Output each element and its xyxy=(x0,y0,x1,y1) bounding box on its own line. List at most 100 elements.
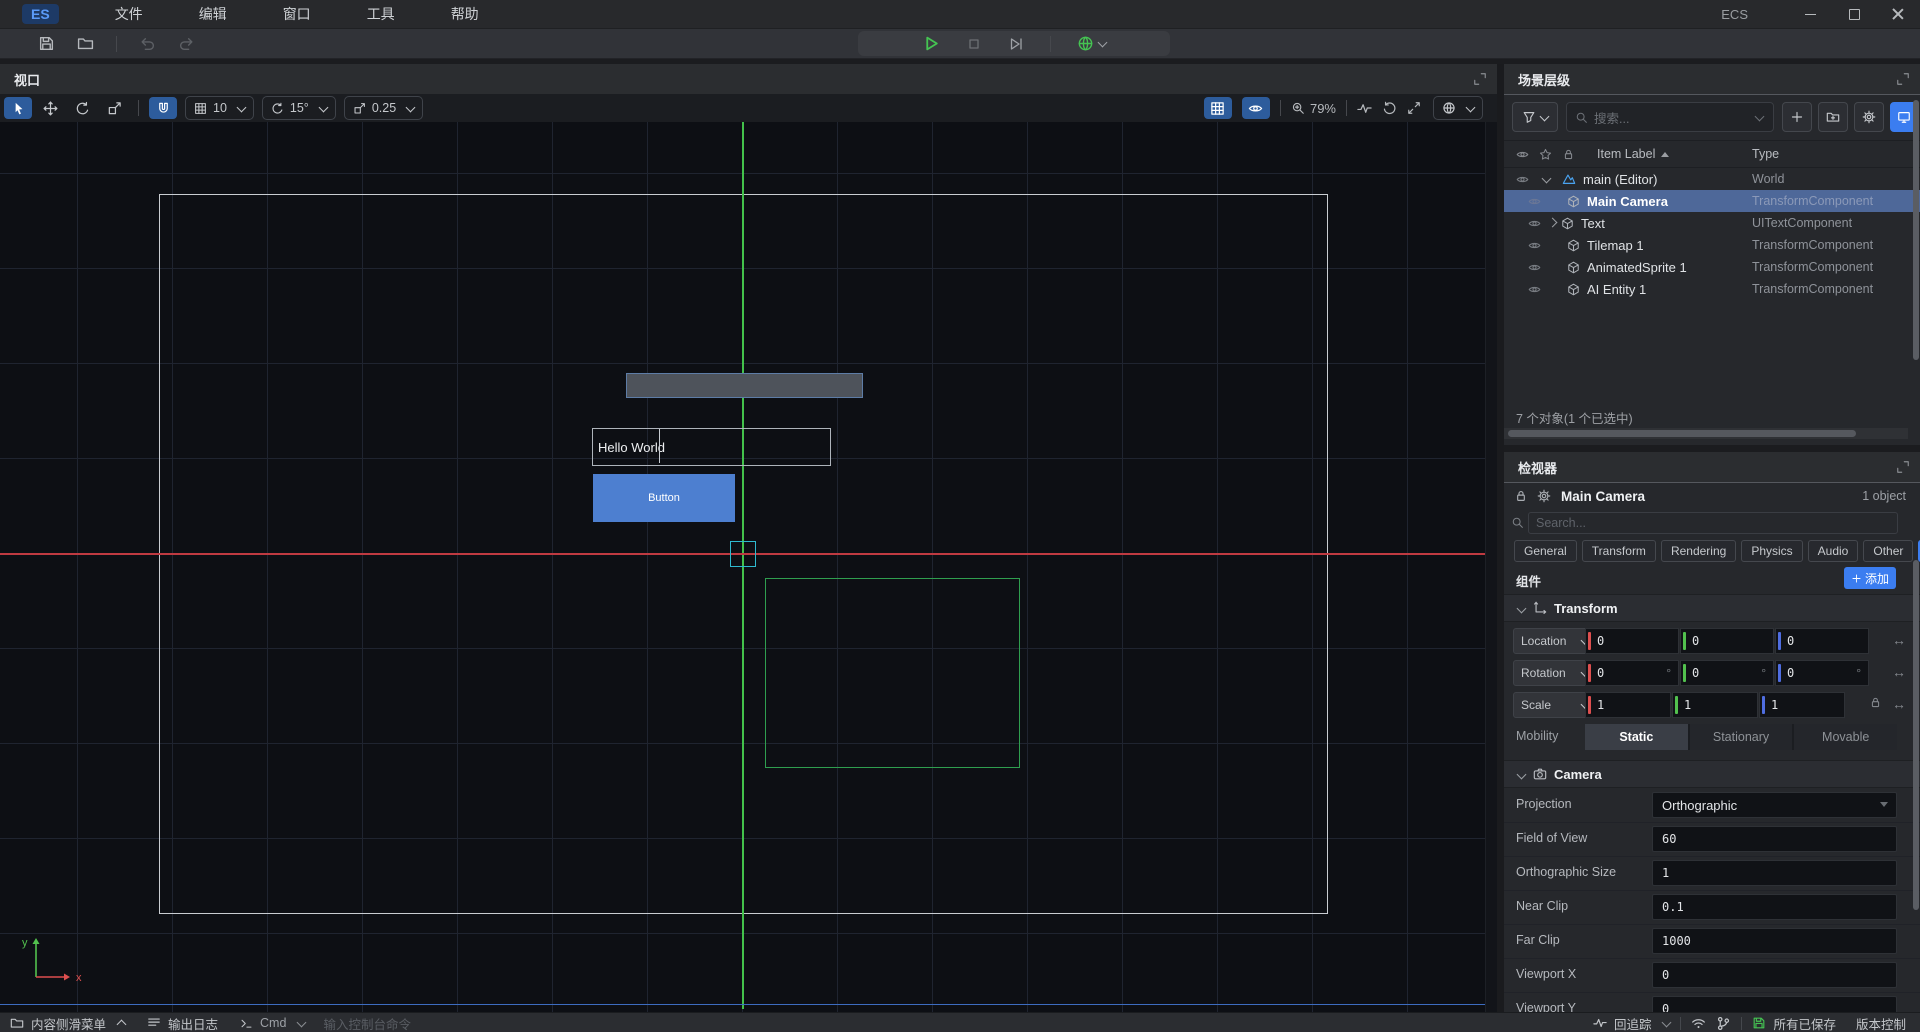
near-clip-input[interactable]: 0.1 xyxy=(1652,894,1897,920)
hierarchy-row-ai-entity[interactable]: AI Entity 1 TransformComponent xyxy=(1504,278,1920,300)
camera-gizmo-box[interactable] xyxy=(730,541,756,567)
eye-icon[interactable] xyxy=(1528,239,1541,252)
select-tool-button[interactable] xyxy=(4,97,32,119)
content-drawer-button[interactable]: 内容侧滑菜单 xyxy=(10,1014,125,1032)
move-tool-button[interactable] xyxy=(36,97,64,119)
redo-button[interactable] xyxy=(178,35,195,52)
grid-snap-dropdown[interactable]: 10 xyxy=(185,96,254,120)
eye-icon[interactable] xyxy=(1528,217,1541,230)
stats-button[interactable] xyxy=(1357,101,1372,116)
lock-icon[interactable] xyxy=(1514,489,1528,503)
fullscreen-button[interactable] xyxy=(1407,101,1421,115)
visibility-toggle-button[interactable] xyxy=(1242,97,1270,119)
link-axes-icon[interactable]: ↔ xyxy=(1892,664,1906,680)
cmd-dropdown[interactable]: Cmd xyxy=(240,1016,305,1030)
hierarchy-row-tilemap[interactable]: Tilemap 1 TransformComponent xyxy=(1504,234,1920,256)
play-button[interactable] xyxy=(923,35,940,52)
ui-text-widget[interactable]: Hello World xyxy=(592,428,831,466)
eye-icon[interactable] xyxy=(1516,148,1529,161)
scale-lock-icon[interactable] xyxy=(1869,696,1882,709)
menu-tools[interactable]: 工具 xyxy=(351,1,411,27)
viewport-x-input[interactable]: 0 xyxy=(1652,962,1897,988)
gear-icon[interactable] xyxy=(1537,489,1551,503)
add-component-button[interactable]: 添加 xyxy=(1844,567,1896,589)
hierarchy-hscrollbar-thumb[interactable] xyxy=(1508,430,1856,437)
rotate-tool-button[interactable] xyxy=(68,97,96,119)
snap-toggle-button[interactable] xyxy=(149,97,177,119)
hierarchy-row-text[interactable]: Text UITextComponent xyxy=(1504,212,1920,234)
lock-icon[interactable] xyxy=(1562,148,1575,161)
tab-general[interactable]: General xyxy=(1514,540,1577,562)
fov-input[interactable]: 60 xyxy=(1652,826,1897,852)
rotation-z-input[interactable]: 0° xyxy=(1775,660,1869,686)
star-icon[interactable] xyxy=(1539,148,1552,161)
output-log-button[interactable]: 输出日志 xyxy=(147,1014,218,1032)
chevron-down-icon[interactable] xyxy=(1542,173,1552,183)
zoom-level-control[interactable]: 79% xyxy=(1291,101,1336,116)
hierarchy-row-world[interactable]: main (Editor) World xyxy=(1504,168,1920,190)
scale-y-input[interactable]: 1 xyxy=(1672,692,1758,718)
tab-transform[interactable]: Transform xyxy=(1582,540,1656,562)
tab-audio[interactable]: Audio xyxy=(1808,540,1859,562)
menu-help[interactable]: 帮助 xyxy=(435,1,495,27)
version-control-button[interactable]: 版本控制 xyxy=(1856,1014,1906,1032)
tab-other[interactable]: Other xyxy=(1863,540,1913,562)
transform-section-header[interactable]: Transform xyxy=(1504,594,1920,622)
eye-icon[interactable] xyxy=(1528,261,1541,274)
location-z-input[interactable]: 0 xyxy=(1775,628,1869,654)
projection-dropdown[interactable]: Orthographic xyxy=(1652,792,1897,818)
scale-z-input[interactable]: 1 xyxy=(1759,692,1845,718)
viewport-scrollbar-gutter[interactable] xyxy=(1485,122,1497,1012)
ui-slider-widget[interactable] xyxy=(626,373,863,398)
menu-edit[interactable]: 编辑 xyxy=(183,1,243,27)
mobility-movable[interactable]: Movable xyxy=(1794,724,1897,750)
console-command-input[interactable]: 输入控制台命令 xyxy=(323,1014,411,1032)
stop-button[interactable] xyxy=(966,36,982,52)
rotation-y-input[interactable]: 0° xyxy=(1680,660,1774,686)
open-folder-button[interactable] xyxy=(77,35,94,52)
hierarchy-row-animatedsprite[interactable]: AnimatedSprite 1 TransformComponent xyxy=(1504,256,1920,278)
tab-rendering[interactable]: Rendering xyxy=(1661,540,1736,562)
far-clip-input[interactable]: 1000 xyxy=(1652,928,1897,954)
network-status-icon[interactable] xyxy=(1691,1016,1706,1031)
inspector-vscrollbar-thumb[interactable] xyxy=(1913,560,1919,910)
reset-view-button[interactable] xyxy=(1382,101,1397,116)
hierarchy-settings-button[interactable] xyxy=(1854,102,1884,132)
eye-icon[interactable] xyxy=(1528,283,1541,296)
scene-canvas[interactable]: Hello World Button y x xyxy=(0,122,1497,1012)
world-select-dropdown[interactable] xyxy=(1077,35,1106,52)
app-logo[interactable]: ES xyxy=(22,4,59,24)
location-y-input[interactable]: 0 xyxy=(1680,628,1774,654)
chevron-right-icon[interactable] xyxy=(1548,217,1558,227)
filter-dropdown[interactable] xyxy=(1512,102,1558,132)
tab-physics[interactable]: Physics xyxy=(1741,540,1802,562)
scale-x-input[interactable]: 1 xyxy=(1585,692,1671,718)
trace-dropdown[interactable]: 回追踪 xyxy=(1593,1014,1671,1032)
panel-splitter[interactable] xyxy=(1497,64,1504,1012)
ui-button-widget[interactable]: Button xyxy=(593,474,735,522)
mobility-static[interactable]: Static xyxy=(1585,724,1688,750)
new-folder-button[interactable] xyxy=(1818,102,1848,132)
eye-icon[interactable] xyxy=(1528,195,1541,208)
column-item-label[interactable]: Item Label xyxy=(1597,147,1655,161)
ortho-size-input[interactable]: 1 xyxy=(1652,860,1897,886)
minimize-button[interactable] xyxy=(1788,0,1832,28)
eye-icon[interactable] xyxy=(1516,173,1529,186)
add-entity-button[interactable] xyxy=(1782,102,1812,132)
hierarchy-search-input[interactable]: 搜索... xyxy=(1566,102,1774,132)
scale-snap-dropdown[interactable]: 0.25 xyxy=(344,96,423,120)
inspector-search-input[interactable]: Search... xyxy=(1528,512,1898,534)
menu-file[interactable]: 文件 xyxy=(99,1,159,27)
link-axes-icon[interactable]: ↔ xyxy=(1892,696,1906,712)
grid-toggle-button[interactable] xyxy=(1204,97,1232,119)
mobility-stationary[interactable]: Stationary xyxy=(1690,724,1793,750)
location-x-input[interactable]: 0 xyxy=(1585,628,1679,654)
source-control-branch-icon[interactable] xyxy=(1716,1016,1731,1031)
viewport-expand-icon[interactable] xyxy=(1473,72,1487,86)
link-axes-icon[interactable]: ↔ xyxy=(1892,632,1906,648)
close-button[interactable] xyxy=(1876,0,1920,28)
undo-button[interactable] xyxy=(139,35,156,52)
inspector-expand-icon[interactable] xyxy=(1896,460,1910,474)
view-mode-dropdown[interactable] xyxy=(1433,96,1483,120)
save-status[interactable]: 所有已保存 xyxy=(1752,1014,1836,1032)
